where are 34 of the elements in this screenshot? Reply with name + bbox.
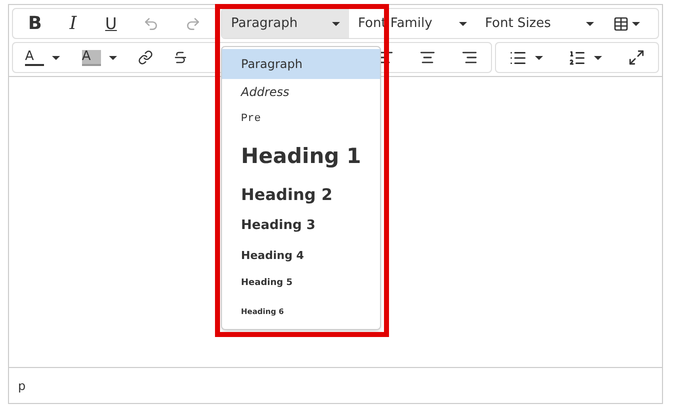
align-right-icon <box>460 49 478 66</box>
numbered-list-icon <box>568 48 586 66</box>
menu-item[interactable]: Heading 5 <box>222 270 380 297</box>
table-icon <box>613 16 629 32</box>
caret-icon <box>594 56 602 60</box>
caret-icon <box>332 22 340 26</box>
strikethrough-icon <box>173 50 188 65</box>
menu-item[interactable]: Heading 4 <box>222 242 380 270</box>
menu-item[interactable]: Heading 1 <box>222 133 380 179</box>
menu-item[interactable]: Heading 3 <box>222 211 380 242</box>
caret-icon <box>108 56 117 60</box>
redo-icon <box>185 16 201 32</box>
caret-icon <box>586 22 594 26</box>
caret-icon <box>52 56 60 60</box>
menu-item[interactable]: Pre <box>222 106 380 133</box>
undo-icon <box>143 16 159 32</box>
link-icon <box>138 50 154 65</box>
menu-item[interactable]: Address <box>222 79 380 106</box>
menu-item[interactable]: Paragraph <box>222 49 380 79</box>
format-dropdown[interactable]: Paragraph <box>222 9 349 38</box>
element-path: p <box>18 378 26 394</box>
format-dropdown[interactable]: Font Family <box>349 9 476 38</box>
caret-icon <box>632 22 640 26</box>
text-color-button[interactable]: A <box>17 44 68 70</box>
menu-item[interactable]: Heading 2 <box>222 179 380 211</box>
fullscreen-icon <box>628 49 646 66</box>
background-color-button[interactable]: A <box>74 44 125 70</box>
align-center-icon <box>418 49 436 66</box>
caret-icon <box>534 56 543 60</box>
format-button[interactable]: B <box>17 10 53 36</box>
format-button[interactable]: I <box>55 10 91 36</box>
format-dropdown[interactable]: Font Sizes <box>476 9 603 38</box>
caret-icon <box>459 22 467 26</box>
format-button[interactable]: U <box>93 10 129 36</box>
